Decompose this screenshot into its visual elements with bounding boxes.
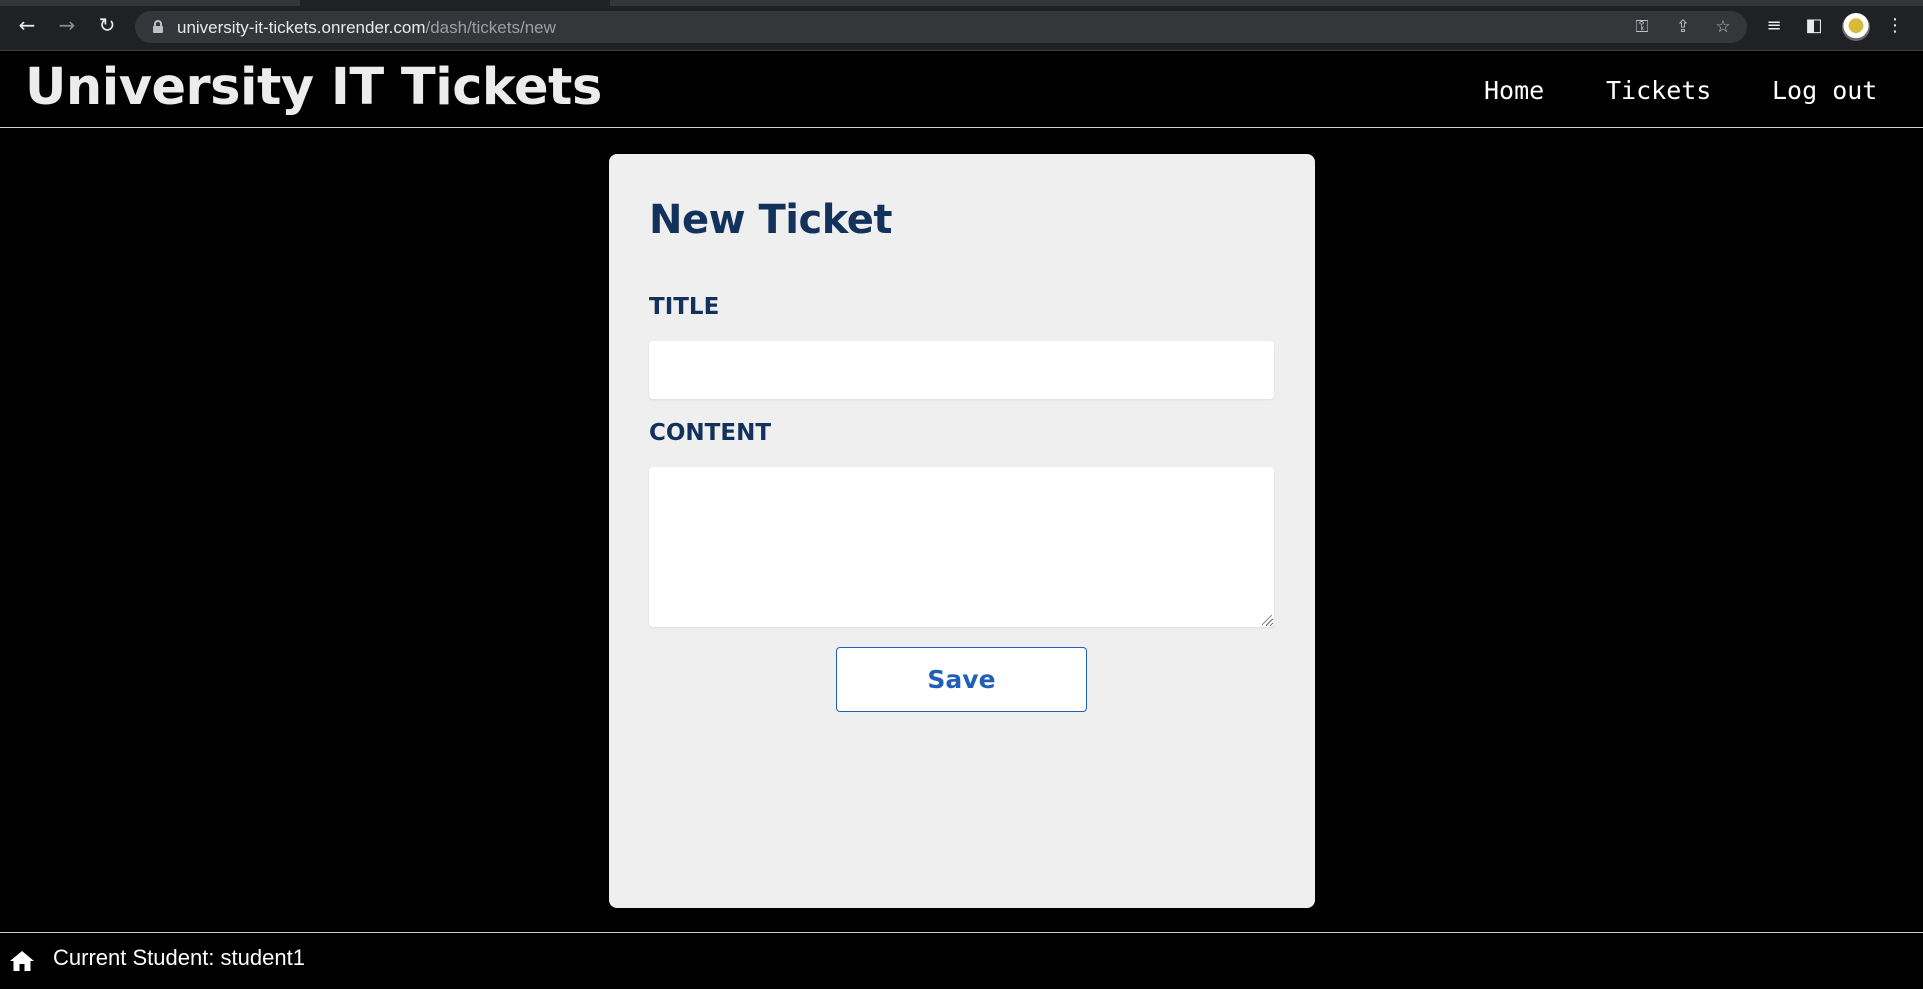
content-textarea[interactable] <box>649 467 1274 627</box>
nav-home-link[interactable]: Home <box>1484 76 1544 105</box>
reload-icon[interactable]: ↻ <box>94 12 120 38</box>
tab-strip <box>0 0 1923 6</box>
save-button[interactable]: Save <box>836 647 1087 712</box>
content-label: CONTENT <box>649 420 772 446</box>
nav-logout-link[interactable]: Log out <box>1772 76 1877 105</box>
new-ticket-card: New Ticket TITLE CONTENT Save <box>609 154 1315 908</box>
url-text[interactable]: university-it-tickets.onrender.com/dash/… <box>177 18 556 38</box>
site-title[interactable]: University IT Tickets <box>25 58 602 117</box>
url-path: /dash/tickets/new <box>425 18 556 37</box>
kebab-menu-icon[interactable]: ⋮ <box>1883 14 1907 38</box>
content-field-wrapper <box>649 467 1274 627</box>
address-bar[interactable]: university-it-tickets.onrender.com/dash/… <box>135 11 1747 43</box>
lock-icon[interactable] <box>153 20 163 33</box>
url-host: university-it-tickets.onrender.com <box>177 18 426 37</box>
forward-arrow-icon[interactable]: → <box>54 12 80 38</box>
home-icon[interactable] <box>9 949 35 973</box>
site-footer: Current Student: student1 <box>0 932 1923 989</box>
profile-avatar[interactable] <box>1842 13 1870 41</box>
nav-tickets-link[interactable]: Tickets <box>1606 76 1711 105</box>
reading-list-icon[interactable]: ≡ <box>1762 14 1786 38</box>
title-input[interactable] <box>649 341 1274 399</box>
back-arrow-icon[interactable]: ← <box>14 12 40 38</box>
site-header: University IT Tickets Home Tickets Log o… <box>0 52 1923 128</box>
current-student-status: Current Student: student1 <box>53 945 305 970</box>
side-panel-icon[interactable]: ◧ <box>1802 14 1826 38</box>
star-icon[interactable]: ☆ <box>1712 16 1734 38</box>
page-title: New Ticket <box>649 197 892 243</box>
share-icon[interactable]: ⇪ <box>1672 16 1694 38</box>
active-tab[interactable] <box>300 0 610 6</box>
browser-toolbar: ← → ↻ university-it-tickets.onrender.com… <box>0 0 1923 51</box>
key-icon[interactable]: ⚿ <box>1631 16 1653 38</box>
title-label: TITLE <box>649 294 720 320</box>
